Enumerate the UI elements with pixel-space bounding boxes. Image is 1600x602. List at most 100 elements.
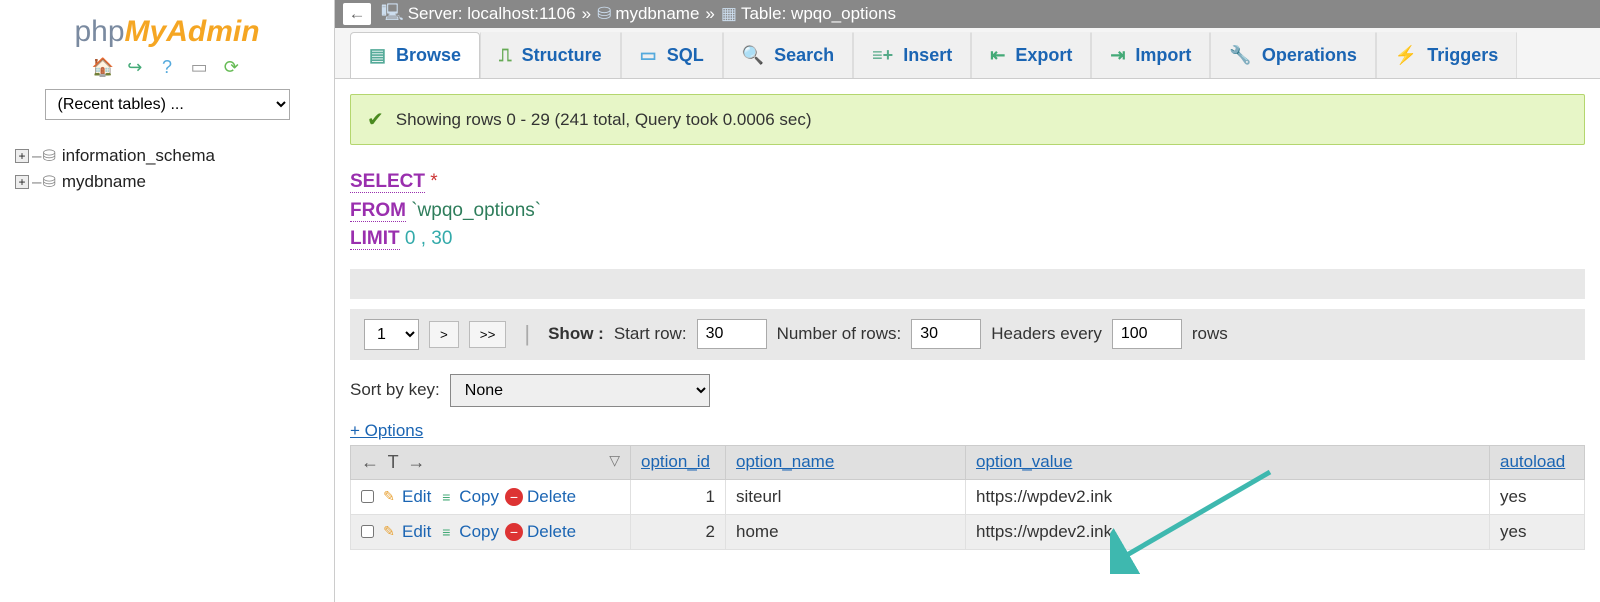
table-row: ✎Edit ≡Copy −Delete 2 home https://wpdev… bbox=[351, 514, 1585, 549]
sort-select[interactable]: None bbox=[450, 374, 710, 407]
cell-option-value: https://wpdev2.ink bbox=[966, 514, 1490, 549]
rows-label: rows bbox=[1192, 324, 1228, 344]
expand-icon[interactable]: + bbox=[15, 175, 29, 189]
tab-triggers[interactable]: ⚡Triggers bbox=[1376, 32, 1517, 78]
tab-operations[interactable]: 🔧Operations bbox=[1210, 32, 1375, 78]
breadcrumb: ← 🖳 Server: localhost:1106 » ⛁ mydbname … bbox=[335, 0, 1600, 28]
sidebar: phpMyAdmin 🏠 ↪ ? ▭ ⟳ (Recent tables) ...… bbox=[0, 0, 335, 602]
breadcrumb-server[interactable]: Server: localhost:1106 bbox=[408, 4, 576, 24]
logout-icon[interactable]: ↪ bbox=[124, 57, 146, 79]
col-autoload[interactable]: autoload bbox=[1490, 445, 1585, 479]
pencil-icon: ✎ bbox=[380, 488, 398, 506]
cell-autoload: yes bbox=[1490, 514, 1585, 549]
main: ← 🖳 Server: localhost:1106 » ⛁ mydbname … bbox=[335, 0, 1600, 602]
cell-option-id: 1 bbox=[631, 479, 726, 514]
options-link[interactable]: + Options bbox=[350, 421, 423, 441]
tree-label: information_schema bbox=[62, 146, 215, 166]
cell-option-name: siteurl bbox=[726, 479, 966, 514]
server-icon: 🖳 bbox=[381, 0, 404, 29]
tab-insert[interactable]: ≡+Insert bbox=[853, 32, 971, 78]
row-checkbox[interactable] bbox=[361, 490, 374, 503]
success-message: ✔ Showing rows 0 - 29 (241 total, Query … bbox=[350, 94, 1585, 145]
num-rows-label: Number of rows: bbox=[777, 324, 902, 344]
col-option-name[interactable]: option_name bbox=[726, 445, 966, 479]
page-select[interactable]: 1 bbox=[364, 319, 419, 350]
help-icon[interactable]: ? bbox=[156, 57, 178, 79]
breadcrumb-db[interactable]: mydbname bbox=[615, 4, 699, 24]
col-option-value[interactable]: option_value bbox=[966, 445, 1490, 479]
quicklinks: 🏠 ↪ ? ▭ ⟳ bbox=[10, 57, 324, 79]
db-tree: +–⛁ information_schema +–⛁ mydbname bbox=[10, 138, 324, 206]
show-label: Show : bbox=[548, 324, 604, 344]
pencil-icon: ✎ bbox=[380, 523, 398, 541]
pager: 1 > >> | Show : Start row: Number of row… bbox=[350, 309, 1585, 360]
operations-icon: 🔧 bbox=[1229, 45, 1251, 66]
results-table: ← T →▽ option_id option_name option_valu… bbox=[350, 445, 1585, 550]
sort-by-key: Sort by key: None bbox=[350, 374, 1585, 407]
delete-link[interactable]: −Delete bbox=[505, 487, 576, 507]
headers-label: Headers every bbox=[991, 324, 1102, 344]
delete-link[interactable]: −Delete bbox=[505, 522, 576, 542]
breadcrumb-table[interactable]: Table: wpqo_options bbox=[741, 4, 896, 24]
start-row-label: Start row: bbox=[614, 324, 687, 344]
insert-icon: ≡+ bbox=[872, 45, 893, 66]
tab-export[interactable]: ⇤Export bbox=[971, 32, 1091, 78]
structure-icon: ⎍ bbox=[499, 45, 512, 66]
tree-item[interactable]: +–⛁ mydbname bbox=[15, 172, 319, 192]
headers-input[interactable] bbox=[1112, 319, 1182, 349]
copy-link[interactable]: ≡Copy bbox=[437, 487, 499, 507]
home-icon[interactable]: 🏠 bbox=[92, 57, 114, 79]
success-text: Showing rows 0 - 29 (241 total, Query to… bbox=[396, 110, 812, 130]
logo-part2: MyAdmin bbox=[125, 15, 260, 48]
next-page-button[interactable]: > bbox=[429, 321, 459, 348]
toolbar-spacer bbox=[350, 269, 1585, 299]
database-icon: ⛁ bbox=[42, 172, 55, 192]
import-icon: ⇥ bbox=[1110, 45, 1125, 66]
logo-part1: php bbox=[74, 15, 124, 48]
num-rows-input[interactable] bbox=[911, 319, 981, 349]
export-icon: ⇤ bbox=[990, 45, 1005, 66]
search-icon: 🔍 bbox=[742, 45, 764, 66]
tab-structure[interactable]: ⎍Structure bbox=[480, 32, 621, 78]
sort-label: Sort by key: bbox=[350, 380, 440, 400]
tab-browse[interactable]: ▤Browse bbox=[350, 32, 480, 78]
tabs: ▤Browse ⎍Structure ▭SQL 🔍Search ≡+Insert… bbox=[335, 28, 1600, 79]
cell-option-name: home bbox=[726, 514, 966, 549]
tree-label: mydbname bbox=[62, 172, 146, 192]
reload-icon[interactable]: ⟳ bbox=[220, 57, 242, 79]
copy-link[interactable]: ≡Copy bbox=[437, 522, 499, 542]
edit-link[interactable]: ✎Edit bbox=[380, 487, 431, 507]
content: ✔ Showing rows 0 - 29 (241 total, Query … bbox=[335, 79, 1600, 565]
logo[interactable]: phpMyAdmin bbox=[10, 15, 324, 49]
cell-option-id: 2 bbox=[631, 514, 726, 549]
edit-link[interactable]: ✎Edit bbox=[380, 522, 431, 542]
back-button[interactable]: ← bbox=[343, 3, 371, 25]
copy-icon: ≡ bbox=[437, 523, 455, 541]
actions-header: ← T →▽ bbox=[351, 445, 631, 479]
docs-icon[interactable]: ▭ bbox=[188, 57, 210, 79]
start-row-input[interactable] bbox=[697, 319, 767, 349]
delete-icon: − bbox=[505, 523, 523, 541]
browse-icon: ▤ bbox=[369, 45, 386, 66]
tab-import[interactable]: ⇥Import bbox=[1091, 32, 1210, 78]
triggers-icon: ⚡ bbox=[1395, 45, 1417, 66]
recent-tables-select[interactable]: (Recent tables) ... bbox=[45, 89, 290, 120]
tab-search[interactable]: 🔍Search bbox=[723, 32, 853, 78]
sql-icon: ▭ bbox=[640, 45, 657, 66]
copy-icon: ≡ bbox=[437, 488, 455, 506]
last-page-button[interactable]: >> bbox=[469, 321, 507, 348]
table-icon: ▦ bbox=[721, 4, 737, 24]
tab-sql[interactable]: ▭SQL bbox=[621, 32, 723, 78]
cell-autoload: yes bbox=[1490, 479, 1585, 514]
col-option-id[interactable]: option_id bbox=[631, 445, 726, 479]
database-icon: ⛁ bbox=[42, 146, 55, 166]
check-icon: ✔ bbox=[367, 107, 384, 132]
database-icon: ⛁ bbox=[597, 4, 611, 24]
row-checkbox[interactable] bbox=[361, 525, 374, 538]
cell-option-value: https://wpdev2.ink bbox=[966, 479, 1490, 514]
expand-icon[interactable]: + bbox=[15, 149, 29, 163]
tree-item[interactable]: +–⛁ information_schema bbox=[15, 146, 319, 166]
delete-icon: − bbox=[505, 488, 523, 506]
sql-query: SELECT * FROM `wpqo_options` LIMIT 0 , 3… bbox=[350, 163, 1585, 259]
table-row: ✎Edit ≡Copy −Delete 1 siteurl https://wp… bbox=[351, 479, 1585, 514]
